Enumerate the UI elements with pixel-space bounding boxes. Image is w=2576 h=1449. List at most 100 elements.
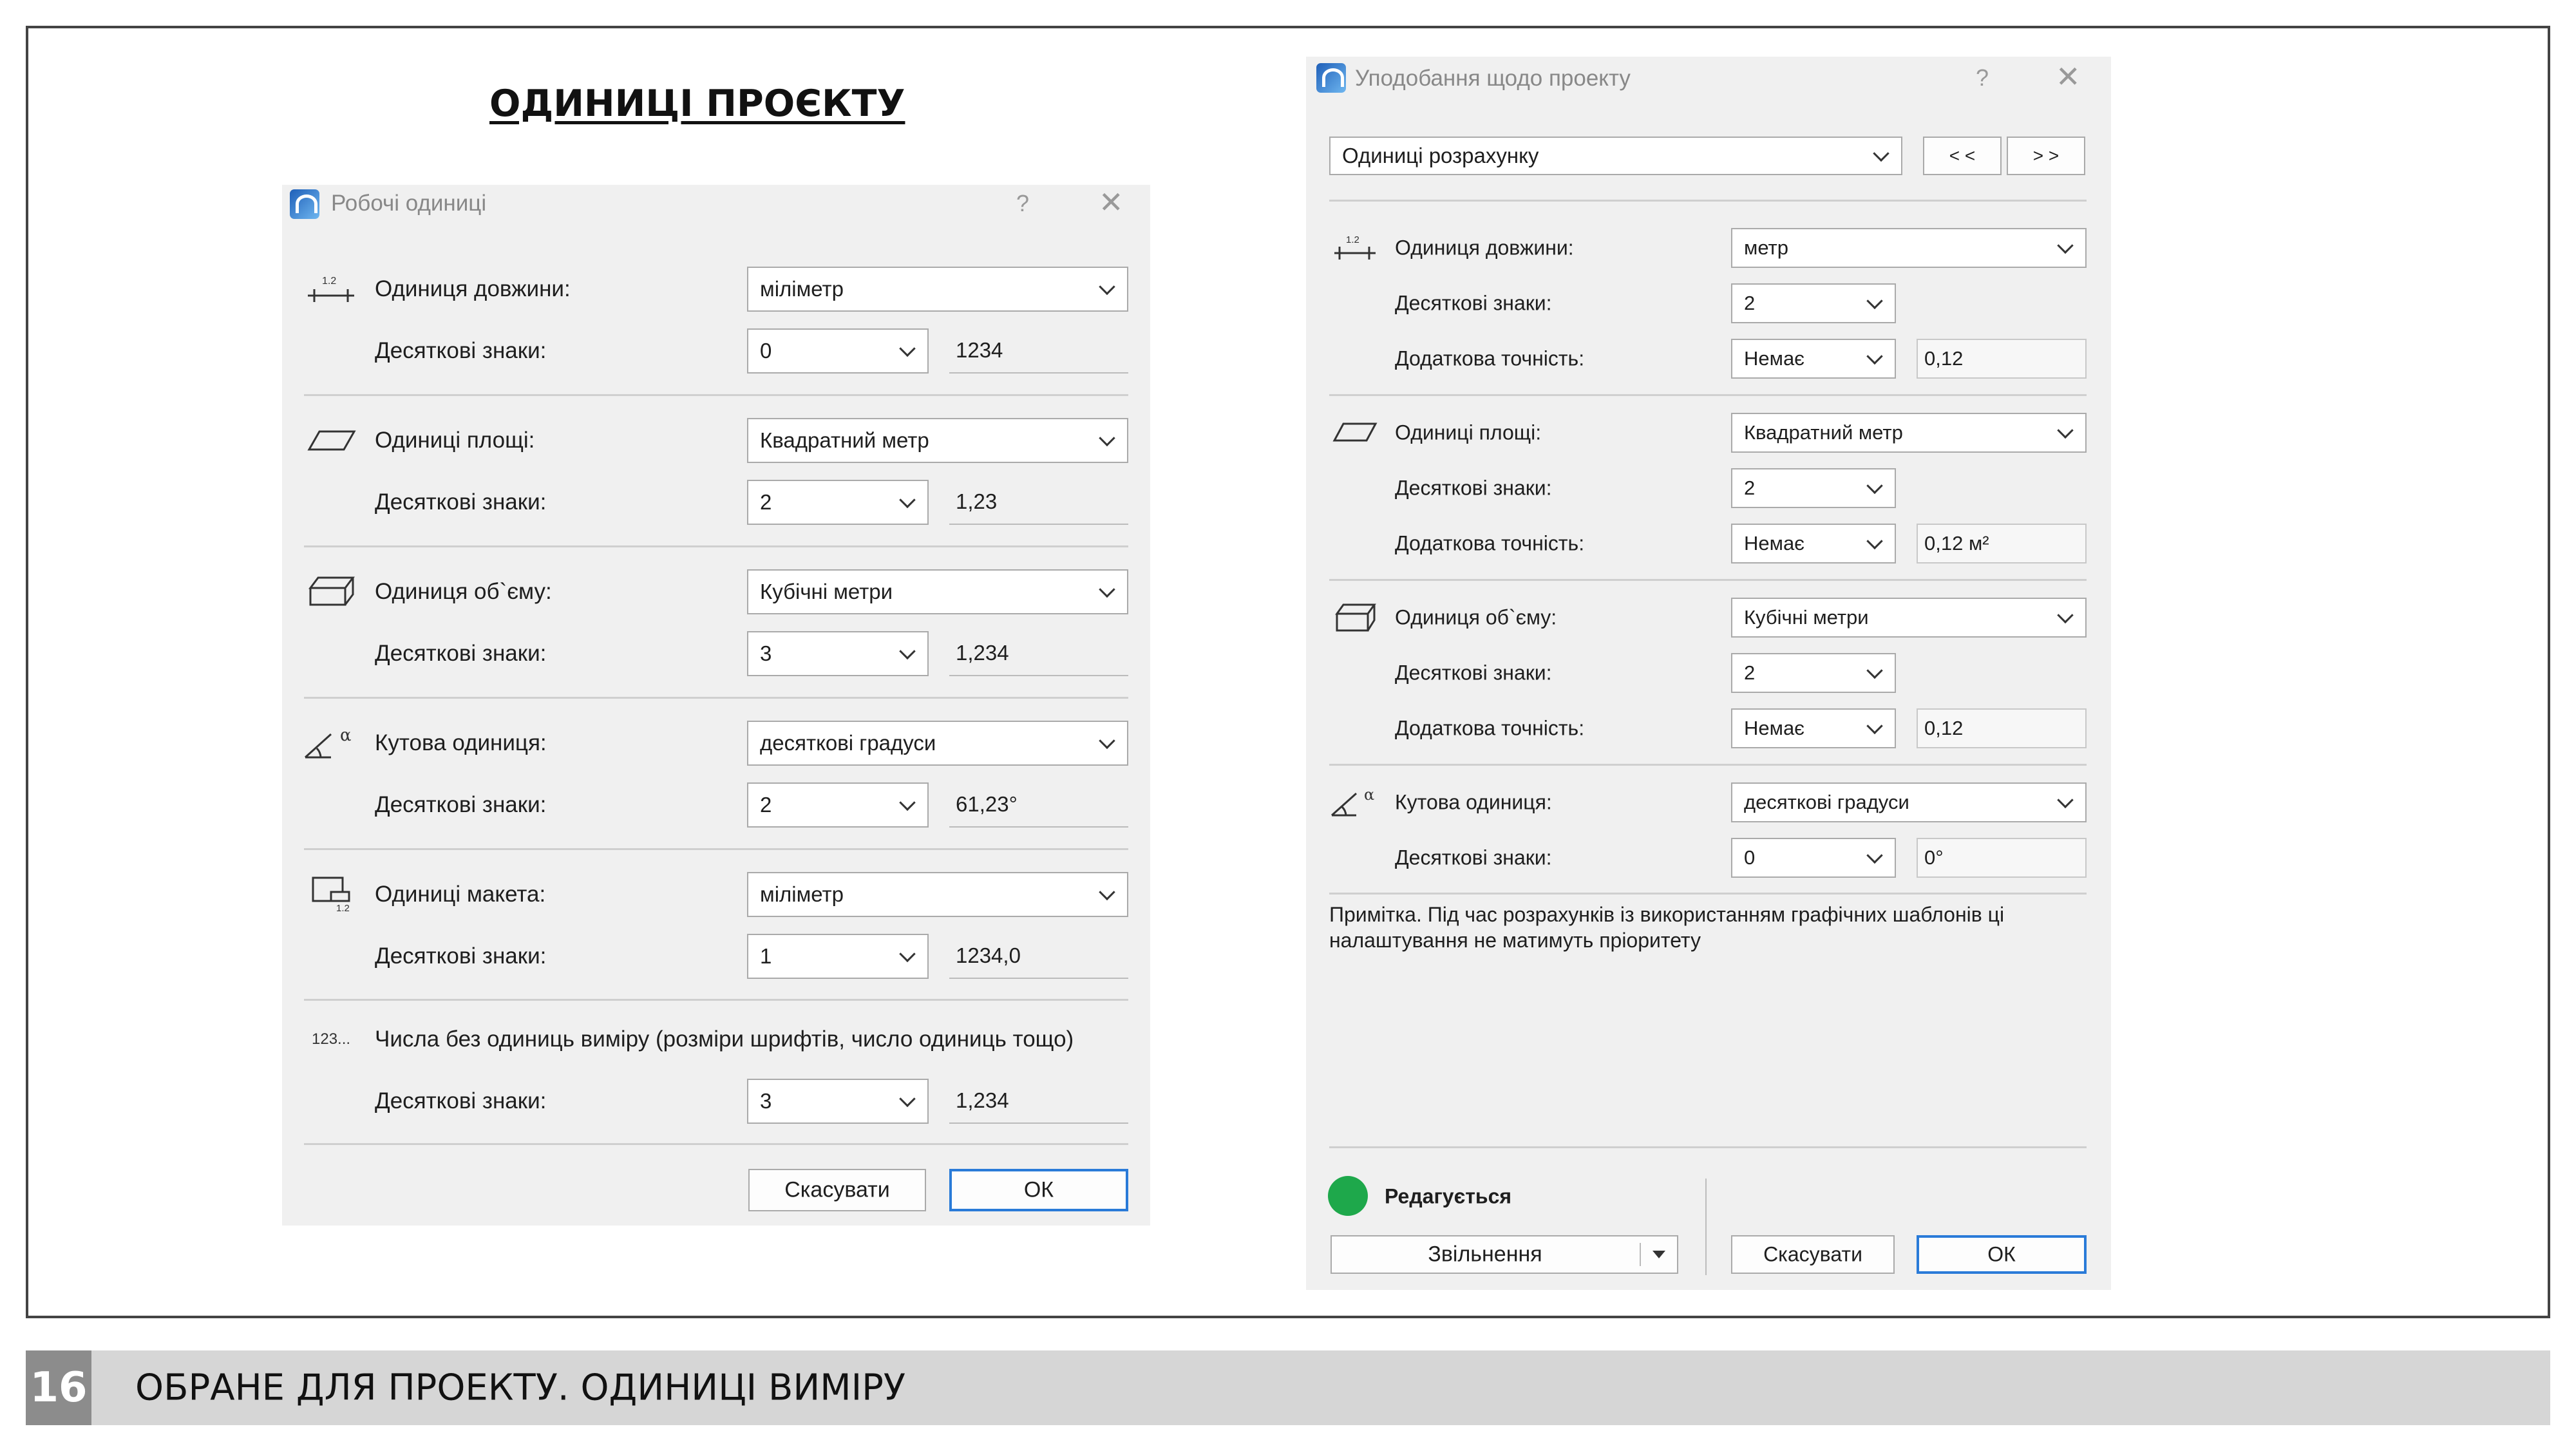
angle-decimals-label: Десяткові знаки: <box>1395 846 1552 869</box>
chevron-down-icon <box>1866 717 1883 735</box>
volume-unit-icon <box>308 576 355 606</box>
chevron-down-icon <box>899 340 916 357</box>
page-selector-dropdown[interactable]: Одиниці розрахунку <box>1329 137 1902 175</box>
page-number: 16 <box>26 1350 91 1425</box>
status-label: Редагується <box>1385 1184 1512 1208</box>
close-icon[interactable]: ✕ <box>2056 62 2081 91</box>
divider <box>304 1143 1128 1145</box>
help-icon[interactable]: ? <box>1016 190 1029 217</box>
unitless-decimals-row: Десяткові знаки: 3 1,234 <box>282 1079 1150 1124</box>
chevron-down-icon <box>1866 477 1883 495</box>
length-preview-value: 0,12 <box>1924 347 1964 370</box>
next-page-button[interactable]: > > <box>2007 137 2085 175</box>
chevron-down-icon <box>1099 278 1115 296</box>
model-decimals-dropdown[interactable]: 1 <box>747 934 929 979</box>
cancel-button-label: Скасувати <box>784 1177 890 1202</box>
length-icon-label: 1.2 <box>322 276 336 287</box>
area-unit-value: Квадратний метр <box>760 428 929 452</box>
volume-unit-label: Одиниця об`єму: <box>1395 605 1557 629</box>
volume-preview-value: 1,234 <box>956 641 1009 665</box>
chevron-down-icon <box>1099 884 1115 901</box>
chevron-down-icon <box>1873 145 1889 162</box>
unitless-decimals-dropdown[interactable]: 3 <box>747 1079 929 1124</box>
angle-unit-dropdown[interactable]: десяткові градуси <box>1731 782 2087 822</box>
slide-title: ОДИНИЦІ ПРОЄКТУ <box>489 82 905 125</box>
model-unit-value: міліметр <box>760 882 844 906</box>
model-unit-icon: 1.2 <box>312 876 350 914</box>
area-decimals-dropdown[interactable]: 2 <box>747 480 929 525</box>
divider <box>304 697 1128 699</box>
divider <box>304 999 1128 1001</box>
divider <box>304 545 1128 547</box>
archicad-app-icon <box>290 189 319 219</box>
volume-decimals-dropdown[interactable]: 2 <box>1731 653 1896 693</box>
ok-button[interactable]: ОК <box>949 1169 1128 1211</box>
length-precision-label: Додаткова точність: <box>1395 346 1585 370</box>
chevron-down-icon <box>1099 732 1115 750</box>
volume-preview: 0,12 <box>1917 708 2087 748</box>
button-group-divider <box>1705 1179 1707 1275</box>
volume-unit-dropdown[interactable]: Кубічні метри <box>1731 598 2087 638</box>
area-decimals-value: 2 <box>1744 477 1756 499</box>
area-preview: 1,23 <box>949 480 1128 525</box>
volume-unit-row: Одиниця об`єму: Кубічні метри <box>282 569 1150 614</box>
area-unit-dropdown[interactable]: Квадратний метр <box>747 418 1128 463</box>
chevron-down-icon <box>899 1090 916 1108</box>
length-decimals-label: Десяткові знаки: <box>375 338 547 363</box>
area-unit-icon <box>307 430 356 451</box>
next-page-label: > > <box>2032 146 2060 166</box>
length-decimals-row: Десяткові знаки: 2 <box>1306 283 2111 323</box>
length-preview-value: 1234 <box>956 338 1003 362</box>
length-precision-dropdown[interactable]: Немає <box>1731 339 1896 379</box>
footer-bar: 16 ОБРАНЕ ДЛЯ ПРОЕКТУ. ОДИНИЦІ ВИМІРУ <box>26 1350 2550 1425</box>
volume-unit-row: Одиниця об`єму: Кубічні метри <box>1306 598 2111 638</box>
divider <box>1329 200 2087 202</box>
status-indicator-icon <box>1328 1176 1368 1216</box>
chevron-down-icon <box>1099 581 1115 598</box>
volume-precision-dropdown[interactable]: Немає <box>1731 708 1896 748</box>
dialog-titlebar[interactable]: Уподобання щодо проекту ? ✕ <box>1306 57 2111 121</box>
area-decimals-dropdown[interactable]: 2 <box>1731 468 1896 508</box>
area-decimals-row: Десяткові знаки: 2 <box>1306 468 2111 508</box>
area-unit-value: Квадратний метр <box>1744 421 1903 444</box>
length-unit-icon: 1.2 <box>308 276 354 302</box>
cancel-button[interactable]: Скасувати <box>1731 1235 1895 1274</box>
dialog-titlebar[interactable]: Робочі одиниці ? ✕ <box>282 185 1150 249</box>
area-unit-dropdown[interactable]: Квадратний метр <box>1731 413 2087 453</box>
previous-page-button[interactable]: < < <box>1923 137 2002 175</box>
model-unit-dropdown[interactable]: міліметр <box>747 872 1128 917</box>
angle-unit-icon: α <box>304 726 352 759</box>
divider <box>304 394 1128 396</box>
previous-page-label: < < <box>1949 146 1976 166</box>
chevron-down-icon <box>2057 422 2074 439</box>
angle-decimals-dropdown[interactable]: 2 <box>747 782 929 828</box>
length-decimals-dropdown[interactable]: 2 <box>1731 283 1896 323</box>
length-unit-dropdown[interactable]: міліметр <box>747 267 1128 312</box>
area-unit-icon <box>1332 422 1378 442</box>
angle-unit-icon: α <box>1331 786 1374 817</box>
angle-decimals-dropdown[interactable]: 0 <box>1731 838 1896 878</box>
release-button-label: Звільнення <box>1428 1242 1542 1267</box>
release-button[interactable]: Звільнення <box>1331 1235 1678 1274</box>
length-decimals-dropdown[interactable]: 0 <box>747 328 929 374</box>
volume-unit-dropdown[interactable]: Кубічні метри <box>747 569 1128 614</box>
cancel-button[interactable]: Скасувати <box>748 1169 926 1211</box>
area-decimals-row: Десяткові знаки: 2 1,23 <box>282 480 1150 525</box>
ok-button-label: ОК <box>1023 1177 1054 1202</box>
close-icon[interactable]: ✕ <box>1099 187 1124 217</box>
help-icon[interactable]: ? <box>1976 64 1989 91</box>
caret-down-icon[interactable] <box>1653 1251 1665 1258</box>
chevron-down-icon <box>2057 791 2074 809</box>
area-decimals-label: Десяткові знаки: <box>375 489 547 515</box>
length-decimals-value: 2 <box>1744 292 1756 314</box>
volume-decimals-dropdown[interactable]: 3 <box>747 631 929 676</box>
divider <box>1329 893 2087 895</box>
model-unit-row: 1.2 Одиниці макета: міліметр <box>282 872 1150 917</box>
area-precision-dropdown[interactable]: Немає <box>1731 524 1896 564</box>
area-preview: 0,12 м² <box>1917 524 2087 564</box>
area-decimals-value: 2 <box>760 490 772 514</box>
length-unit-dropdown[interactable]: метр <box>1731 228 2087 268</box>
angle-unit-dropdown[interactable]: десяткові градуси <box>747 721 1128 766</box>
ok-button[interactable]: ОК <box>1917 1235 2087 1274</box>
dialog-title: Робочі одиниці <box>331 191 487 216</box>
